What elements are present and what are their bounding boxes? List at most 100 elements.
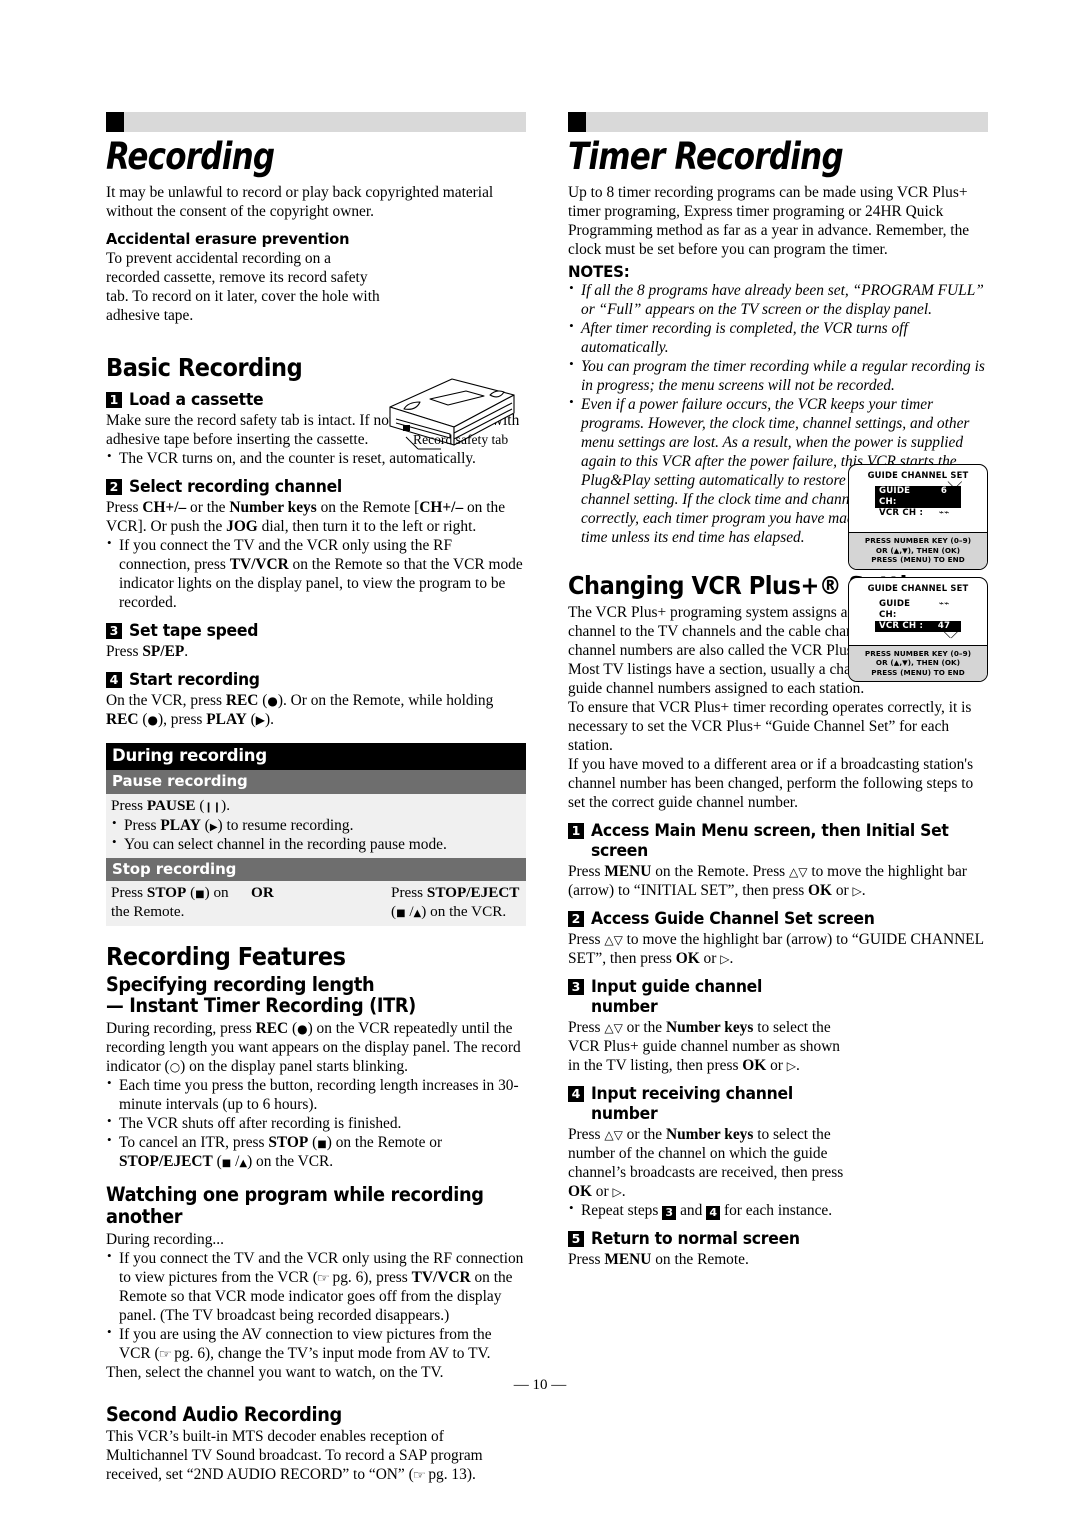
vcrplus-step-1: 1 Access Main Menu screen, then Initial …	[568, 821, 988, 861]
step-number-badge: 2	[568, 910, 584, 927]
step-number-badge: 1	[106, 391, 122, 408]
vcrplus-step-4: 4 Input receiving channel number	[568, 1084, 846, 1124]
header-gray-block	[586, 112, 988, 132]
vcrplus-step-5-body: Press MENU on the Remote.	[568, 1251, 749, 1269]
manual-page: Recording It may be unlawful to record o…	[0, 0, 1080, 1528]
vcrplus-step-3: 3 Input guide channel number	[568, 977, 846, 1017]
header-black-block	[568, 112, 586, 132]
table-row: Press PAUSE (❙❙). Press PLAY (▶) to resu…	[106, 793, 526, 858]
page-number: — 10 —	[513, 1377, 567, 1393]
step-number-badge: 3	[106, 623, 122, 640]
vcrplus-step-3-body: Press △▽ or the Number keys to select th…	[568, 1018, 841, 1074]
osd-footer-line: PRESS NUMBER KEY (0–9)	[864, 648, 972, 658]
osd-rows: GUIDE CH: 6 ＼ ／ VCR CH : ⌁⌁	[849, 481, 987, 532]
itr-body: During recording, press REC (●) on the V…	[106, 1019, 521, 1075]
itr-bullets: Each time you press the button, recordin…	[106, 1075, 526, 1171]
step-title: Access Guide Channel Set screen	[591, 908, 875, 929]
recording-features-heading: Recording Features	[106, 941, 346, 971]
osd-label-guide-ch: GUIDE CH:	[879, 486, 911, 507]
osd-row-guide-ch: GUIDE CH: 6 ＼ ／	[849, 481, 987, 508]
osd-title: GUIDE CHANNEL SET	[867, 470, 969, 480]
page-title-recording: Recording	[106, 135, 275, 178]
vcrplus-step-2-body: Press △▽ to move the highlight bar (arro…	[568, 930, 984, 967]
vcrplus-step-5: 5 Return to normal screen	[568, 1229, 988, 1249]
osd-value-vcr-ch: ⌁⌁	[938, 508, 950, 518]
step-number-badge: 4	[568, 1086, 584, 1102]
step-2-body: Press CH+/– or the Number keys on the Re…	[106, 498, 506, 535]
second-audio-heading: Second Audio Recording	[106, 1402, 342, 1426]
vcrplus-step-4-bullets: Repeat steps 3 and 4 for each instance.	[568, 1200, 988, 1221]
vcrplus-step-4-body: Press △▽ or the Number keys to select th…	[568, 1126, 844, 1201]
list-item: Repeat steps 3 and 4 for each instance.	[568, 1200, 988, 1221]
step-title: Start recording	[129, 670, 260, 691]
vcr-plus-para-2: To ensure that VCR Plus+ timer recording…	[568, 698, 972, 754]
vcrplus-step-2: 2 Access Guide Channel Set screen	[568, 909, 988, 929]
osd-row-vcr-ch: VCR CH : 47 ＼ ／	[849, 620, 987, 639]
step-4-start-recording: 4 Start recording	[106, 670, 526, 690]
step-title: Input receiving channel number	[591, 1084, 793, 1124]
list-item: You can program the timer recording whil…	[568, 356, 988, 395]
page-title-timer-recording: Timer Recording	[568, 135, 844, 178]
pause-bullets: Press PLAY (▶) to resume recording. You …	[111, 815, 521, 854]
step-ref-badge-4: 4	[706, 1206, 721, 1221]
osd-footer-line: OR (▲,▼), THEN (OK)	[875, 658, 961, 667]
osd-footer-line: PRESS (MENU) TO END	[871, 667, 965, 677]
table-row: Pause recording	[106, 770, 526, 794]
osd-label-vcr-ch: VCR CH :	[879, 508, 924, 518]
stop-recording-remote-cell: Press STOP (■) on the Remote.	[106, 881, 246, 926]
osd-value-guide-ch: ⌁⌁	[938, 598, 950, 609]
watching-bullets: If you connect the TV and the VCR only u…	[106, 1248, 526, 1363]
list-item: The VCR turns on, and the counter is res…	[106, 448, 526, 468]
step-number-badge: 2	[106, 478, 122, 495]
accidental-erasure-body: To prevent accidental recording on a rec…	[106, 249, 380, 324]
table-row: Stop recording	[106, 857, 526, 882]
step-number-badge: 3	[568, 978, 584, 995]
step-number-badge: 4	[106, 672, 122, 689]
step-title: Select recording channel	[129, 476, 342, 497]
osd-footer-line: PRESS NUMBER KEY (0–9)	[864, 536, 972, 545]
osd-row-guide-ch: GUIDE CH: ⌁⌁	[849, 599, 987, 621]
osd-screen-guide-channel: GUIDE CHANNEL SET GUIDE CH: 6 ＼ ／ VCR CH	[848, 464, 988, 570]
blink-marks-icon: ＼ ／	[943, 630, 958, 639]
list-item: Each time you press the button, recordin…	[106, 1075, 526, 1114]
itr-heading-line2: — Instant Timer Recording (ITR)	[106, 994, 416, 1018]
osd-label-vcr-ch: VCR CH :	[879, 620, 924, 631]
osd-footer-line: PRESS (MENU) TO END	[871, 555, 965, 564]
pause-recording-cell: Press PAUSE (❙❙). Press PLAY (▶) to resu…	[106, 793, 526, 858]
watching-intro: During recording...	[106, 1230, 224, 1248]
osd-title: GUIDE CHANNEL SET	[867, 582, 969, 593]
step-title: Input guide channel number	[591, 976, 763, 1017]
accidental-erasure-heading: Accidental erasure prevention	[106, 230, 350, 249]
step-ref-badge-3: 3	[662, 1206, 677, 1221]
list-item: If all the 8 programs have already been …	[568, 280, 988, 319]
list-item: If you connect the TV and the VCR only u…	[106, 535, 526, 612]
or-label: OR	[246, 881, 386, 926]
step-3-set-tape-speed: 3 Set tape speed	[106, 621, 526, 641]
step-title: Return to normal screen	[591, 1229, 800, 1250]
itr-heading-line1: Specifying recording length	[106, 973, 375, 997]
step-3-body: Press SP/EP.	[106, 643, 189, 661]
notes-label: NOTES:	[568, 262, 630, 282]
second-audio-body: This VCR’s built-in MTS decoder enables …	[106, 1428, 483, 1484]
step-number-badge: 5	[568, 1231, 584, 1248]
vcrplus-step-1-body: Press MENU on the Remote. Press △▽ to mo…	[568, 862, 967, 899]
step-number-badge: 1	[568, 822, 584, 839]
section-header-bar-left	[106, 112, 526, 132]
osd-footer-line: OR (▲,▼), THEN (OK)	[875, 545, 961, 555]
osd-screens: GUIDE CHANNEL SET GUIDE CH: 6 ＼ ／ VCR CH	[848, 464, 988, 689]
osd-screen-vcr-channel: GUIDE CHANNEL SET GUIDE CH: ⌁⌁ VCR CH :	[848, 576, 988, 682]
table-row: Press STOP (■) on the Remote. OR Press S…	[106, 881, 526, 926]
step-4-body: On the VCR, press REC (●). Or on the Rem…	[106, 692, 494, 729]
recording-intro-text: It may be unlawful to record or play bac…	[106, 184, 494, 221]
list-item: The VCR shuts off after recording is fin…	[106, 1113, 526, 1133]
left-column: Recording It may be unlawful to record o…	[106, 112, 526, 1484]
list-item: Press PLAY (▶) to resume recording.	[111, 815, 521, 835]
osd-row-vcr-ch: VCR CH : ⌁⌁	[849, 508, 987, 519]
stop-recording-vcr-cell: Press STOP/EJECT (■ /▲) on the VCR.	[386, 881, 526, 926]
step-title: Load a cassette	[129, 389, 264, 410]
section-header-bar-right	[568, 112, 988, 132]
table-header-during-recording: During recording	[106, 743, 526, 771]
step-2-bullets: If you connect the TV and the VCR only u…	[106, 535, 526, 612]
table-subheader-stop-recording: Stop recording	[106, 857, 526, 882]
step-title: Access Main Menu screen, then Initial Se…	[591, 820, 949, 861]
